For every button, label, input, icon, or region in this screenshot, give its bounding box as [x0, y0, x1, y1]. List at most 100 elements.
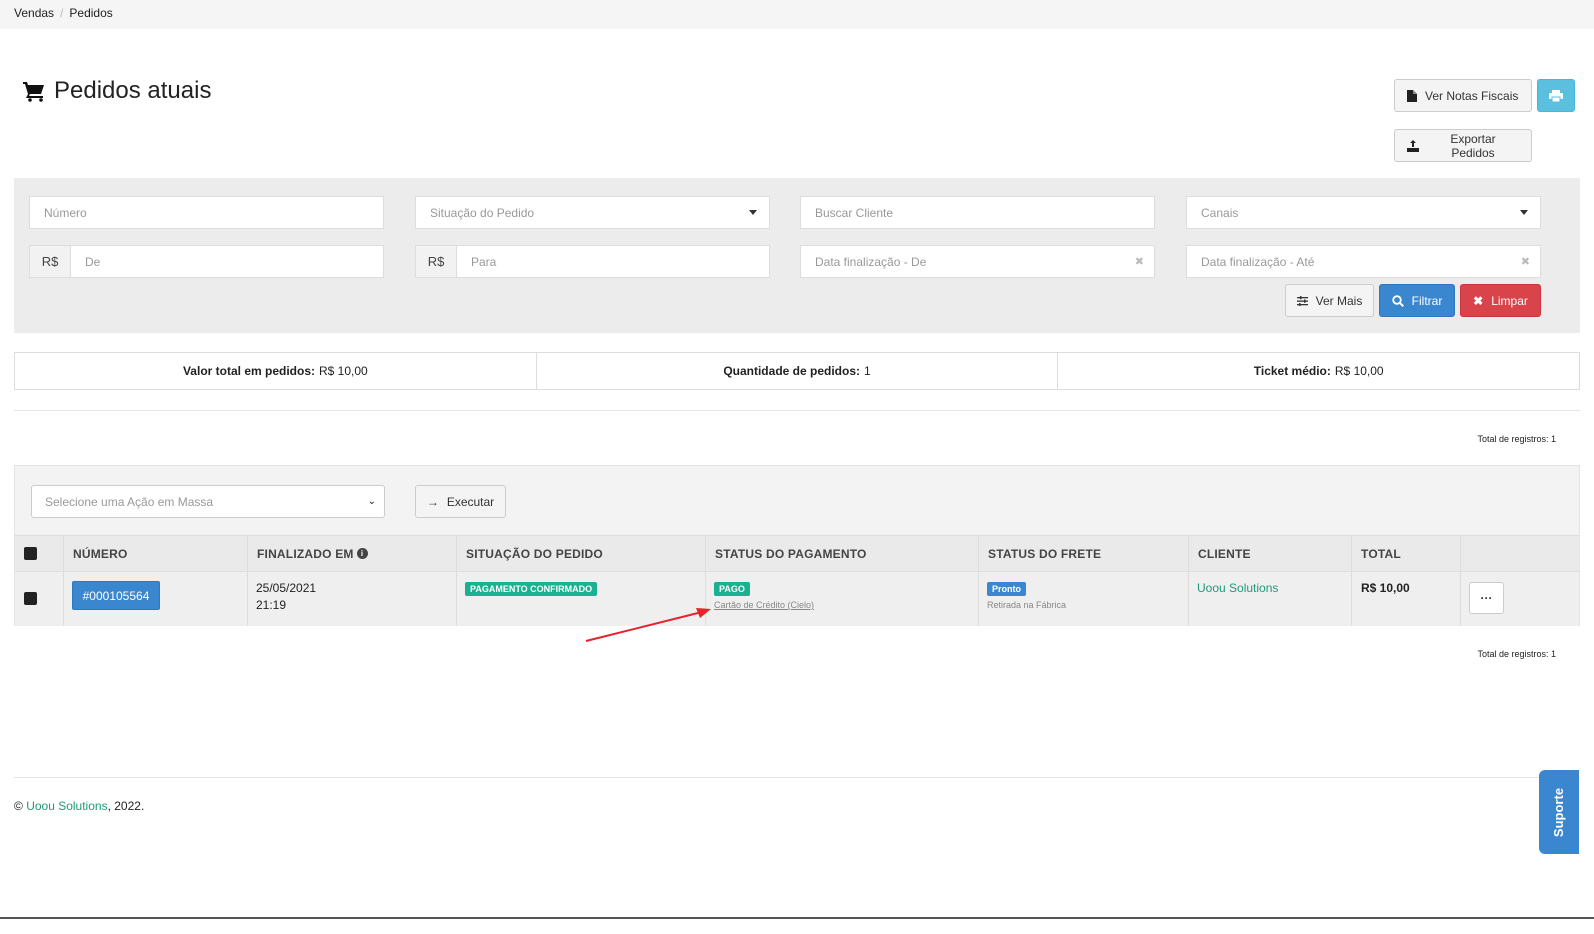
bottom-border: [0, 917, 1594, 919]
copyright-symbol: ©: [14, 799, 23, 813]
page-title-text: Pedidos atuais: [54, 77, 212, 104]
pagamento-metodo-link[interactable]: Cartão de Crédito (Cielo): [714, 600, 814, 610]
canais-select[interactable]: Canais: [1186, 196, 1541, 229]
exportar-pedidos-button[interactable]: Exportar Pedidos: [1394, 129, 1532, 162]
cell-numero: #000105564: [64, 572, 248, 626]
summary-ticket-medio: Ticket médio: R$ 10,00: [1058, 353, 1579, 389]
cell-total: R$ 10,00: [1352, 572, 1461, 626]
valor-para-input[interactable]: Para: [456, 245, 770, 278]
suporte-tab[interactable]: Suporte: [1539, 770, 1579, 854]
row-select-cell: [15, 572, 64, 626]
summary-qtd-value: 1: [864, 364, 871, 378]
header-total[interactable]: TOTAL: [1352, 536, 1461, 571]
page-header: Pedidos atuais Ver Notas Fiscais Exporta…: [0, 29, 1594, 186]
ver-mais-button[interactable]: Ver Mais: [1285, 284, 1374, 317]
ver-notas-fiscais-button[interactable]: Ver Notas Fiscais: [1394, 79, 1532, 112]
footer-year: , 2022.: [107, 799, 145, 813]
summary-valor-label: Valor total em pedidos:: [182, 364, 315, 378]
pagamento-badge: PAGO: [714, 582, 750, 596]
header-finalizado[interactable]: FINALIZADO EM i: [248, 536, 457, 571]
upload-icon: [1407, 139, 1419, 152]
select-all-checkbox[interactable]: [24, 547, 37, 560]
table-row: #000105564 25/05/2021 21:19 PAGAMENTO CO…: [15, 572, 1579, 626]
caret-down-icon: [749, 210, 757, 215]
orders-table: Selecione uma Ação em Massa ⌄ → Executar…: [14, 465, 1580, 626]
data-finalizacao-de-input[interactable]: Data finalização - De ✖: [800, 245, 1155, 278]
select-all-cell: [15, 536, 64, 571]
sliders-icon: [1296, 295, 1308, 306]
currency-addon-de: R$: [29, 245, 71, 278]
summary-bar: Valor total em pedidos: R$ 10,00 Quantida…: [14, 352, 1580, 390]
total-value: R$ 10,00: [1361, 581, 1410, 595]
header-numero[interactable]: NÚMERO: [64, 536, 248, 571]
breadcrumb-separator: /: [60, 6, 64, 20]
footer-company-link[interactable]: Uoou Solutions: [26, 799, 107, 813]
print-button[interactable]: [1537, 79, 1575, 112]
chevron-down-icon: ⌄: [367, 496, 376, 507]
filtrar-button[interactable]: Filtrar: [1379, 284, 1455, 317]
executar-button[interactable]: → Executar: [415, 485, 506, 518]
limpar-button[interactable]: ✖ Limpar: [1460, 284, 1541, 317]
canais-placeholder: Canais: [1201, 205, 1239, 220]
search-icon: [1391, 294, 1404, 307]
situacao-placeholder: Situação do Pedido: [430, 205, 535, 220]
header-situacao[interactable]: SITUAÇÃO DO PEDIDO: [457, 536, 706, 571]
cell-frete: Pronto Retirada na Fábrica: [979, 572, 1189, 626]
summary-ticket-value: R$ 10,00: [1334, 364, 1384, 378]
numero-placeholder: Número: [44, 205, 87, 220]
situacao-badge: PAGAMENTO CONFIRMADO: [465, 582, 598, 596]
summary-valor-value: R$ 10,00: [319, 364, 368, 378]
valor-de-input[interactable]: De: [70, 245, 384, 278]
times-icon[interactable]: ✖: [1135, 255, 1144, 268]
row-checkbox[interactable]: [24, 592, 37, 605]
valor-para-placeholder: Para: [471, 254, 497, 269]
cliente-link[interactable]: Uoou Solutions: [1197, 580, 1278, 597]
row-actions-button[interactable]: ···: [1469, 582, 1504, 614]
frete-badge: Pronto: [987, 582, 1026, 596]
divider: [14, 410, 1580, 411]
currency-addon-para: R$: [415, 245, 457, 278]
order-number-button[interactable]: #000105564: [72, 581, 160, 610]
print-icon: [1549, 89, 1563, 102]
executar-label: Executar: [446, 494, 495, 509]
ver-mais-label: Ver Mais: [1315, 293, 1363, 308]
filters-panel: Número Situação do Pedido Buscar Cliente…: [14, 178, 1580, 333]
caret-down-icon: [1520, 210, 1528, 215]
data-de-placeholder: Data finalização - De: [815, 254, 927, 269]
file-icon: [1407, 89, 1417, 102]
data-finalizacao-ate-input[interactable]: Data finalização - Até ✖: [1186, 245, 1541, 278]
cart-icon: [22, 80, 46, 102]
numero-input[interactable]: Número: [29, 196, 384, 229]
header-pagamento[interactable]: STATUS DO PAGAMENTO: [706, 536, 979, 571]
table-header: NÚMERO FINALIZADO EM i SITUAÇÃO DO PEDID…: [15, 535, 1579, 572]
summary-valor-total: Valor total em pedidos: R$ 10,00: [15, 353, 537, 389]
buscar-cliente-placeholder: Buscar Cliente: [815, 205, 894, 220]
divider: [14, 777, 1580, 778]
summary-quantidade: Quantidade de pedidos: 1: [537, 353, 1059, 389]
mass-action-placeholder: Selecione uma Ação em Massa: [45, 494, 214, 509]
header-frete[interactable]: STATUS DO FRETE: [979, 536, 1189, 571]
total-registros-top: Total de registros: 1: [1477, 434, 1556, 444]
buscar-cliente-input[interactable]: Buscar Cliente: [800, 196, 1155, 229]
frete-detalhe: Retirada na Fábrica: [987, 600, 1067, 610]
valor-de-placeholder: De: [85, 254, 101, 269]
arrow-right-icon: →: [426, 494, 439, 509]
total-registros-bottom: Total de registros: 1: [1477, 649, 1556, 659]
summary-ticket-label: Ticket médio:: [1253, 364, 1331, 378]
header-cliente[interactable]: CLIENTE: [1189, 536, 1352, 571]
cell-pagamento: PAGO Cartão de Crédito (Cielo): [706, 572, 979, 626]
annotation-arrow-icon: [585, 608, 711, 642]
info-icon[interactable]: i: [356, 548, 368, 559]
breadcrumb-pedidos: Pedidos: [69, 6, 113, 20]
breadcrumb: Vendas / Pedidos: [0, 0, 1594, 29]
mass-action-select[interactable]: Selecione uma Ação em Massa ⌄: [31, 485, 385, 518]
situacao-select[interactable]: Situação do Pedido: [415, 196, 770, 229]
times-icon[interactable]: ✖: [1521, 255, 1530, 268]
finalizado-hora: 21:19: [256, 598, 287, 612]
ver-notas-fiscais-label: Ver Notas Fiscais: [1425, 88, 1519, 103]
breadcrumb-vendas[interactable]: Vendas: [14, 6, 54, 20]
suporte-label: Suporte: [1551, 787, 1567, 837]
cell-actions: ···: [1461, 572, 1579, 626]
page-title: Pedidos atuais: [22, 77, 211, 105]
exportar-pedidos-label: Exportar Pedidos: [1450, 131, 1496, 160]
